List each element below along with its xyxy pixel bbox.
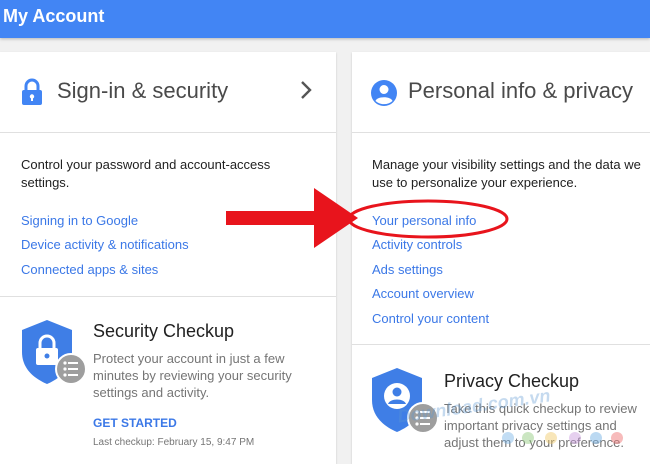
personal-info-title: Personal info & privacy [408, 78, 633, 103]
privacy-checkup-title: Privacy Checkup [444, 371, 580, 391]
link-activity-controls[interactable]: Activity controls [372, 237, 462, 252]
signin-security-description: Control your password and account-access… [21, 157, 271, 190]
security-checkup-title: Security Checkup [93, 321, 235, 341]
security-checkup-text: Protect your account in just a few minut… [93, 351, 292, 400]
app-header: My Account [0, 0, 650, 38]
last-checkup-text: Last checkup: February 15, 9:47 PM [93, 437, 255, 448]
signin-security-title: Sign-in & security [57, 78, 229, 103]
chevron-right-icon[interactable] [300, 80, 312, 100]
card-divider [0, 296, 336, 297]
signin-security-card: Sign-in & security Control your password… [0, 52, 336, 464]
person-icon [371, 80, 397, 106]
personal-info-header[interactable]: Personal info & privacy [352, 52, 650, 133]
link-ads-settings[interactable]: Ads settings [372, 262, 443, 277]
card-divider [352, 344, 650, 345]
link-control-content[interactable]: Control your content [372, 311, 489, 326]
personal-info-description: Manage your visibility settings and the … [372, 157, 641, 190]
link-connected-apps[interactable]: Connected apps & sites [21, 262, 158, 277]
link-account-overview[interactable]: Account overview [372, 286, 474, 301]
signin-security-header[interactable]: Sign-in & security [0, 52, 336, 133]
list-badge-icon [55, 353, 87, 385]
get-started-button[interactable]: GET STARTED [93, 416, 177, 430]
link-device-activity[interactable]: Device activity & notifications [21, 237, 189, 252]
app-title: My Account [3, 6, 105, 26]
lock-icon [22, 78, 42, 105]
link-your-personal-info[interactable]: Your personal info [372, 213, 476, 228]
link-signing-in[interactable]: Signing in to Google [21, 213, 138, 228]
